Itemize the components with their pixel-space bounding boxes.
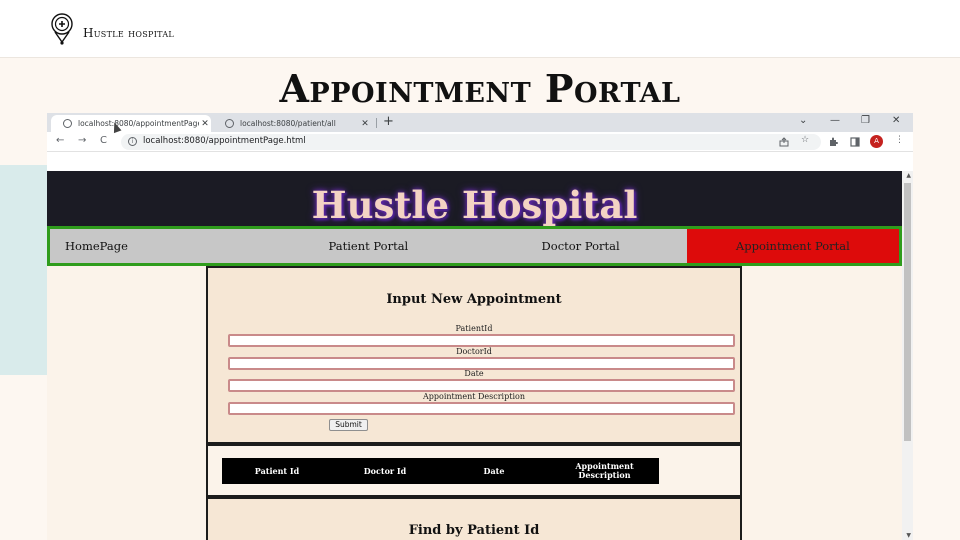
tab-title: localhost:8080/appointmentPage.html [78, 119, 199, 128]
tab-search-icon[interactable]: ⌄ [799, 115, 807, 126]
site-nav: HomePage Patient Portal Doctor Portal Ap… [47, 226, 902, 266]
globe-icon [63, 119, 72, 128]
url-field[interactable]: i localhost:8080/appointmentPage.html ☆ [121, 134, 821, 150]
site-title: Hustle Hospital [311, 183, 638, 227]
appointment-form-panel: Input New Appointment PatientId DoctorId… [206, 266, 742, 444]
tab-title: localhost:8080/patient/all [240, 119, 336, 128]
decorative-block [0, 165, 47, 375]
date-input[interactable] [228, 379, 735, 392]
globe-icon [225, 119, 234, 128]
patient-id-label: PatientId [455, 324, 493, 333]
share-icon[interactable] [779, 137, 789, 147]
back-button[interactable]: ← [56, 135, 64, 146]
close-window-button[interactable]: ✕ [892, 115, 900, 126]
slide-topbar: Hustle hospital [0, 0, 960, 58]
brand-name: Hustle hospital [83, 26, 175, 40]
reload-button[interactable]: C [100, 135, 107, 146]
sidebar-icon[interactable] [850, 137, 860, 147]
nav-patient-portal[interactable]: Patient Portal [262, 229, 474, 263]
appointment-description-input[interactable] [228, 402, 735, 415]
appointments-table-panel: Patient Id Doctor Id Date Appointment De… [206, 444, 742, 497]
doctor-id-label: DoctorId [456, 347, 492, 356]
tab-close-icon[interactable]: ✕ [199, 119, 211, 129]
nav-doctor-portal[interactable]: Doctor Portal [475, 229, 687, 263]
column-header-appointment-description: Appointment Description [575, 461, 634, 480]
scrollbar-thumb[interactable] [904, 183, 911, 441]
date-label: Date [464, 369, 484, 378]
page-viewport: Hustle Hospital HomePage Patient Portal … [47, 171, 913, 540]
nav-homepage[interactable]: HomePage [50, 229, 262, 263]
appointment-description-label: Appointment Description [423, 392, 525, 401]
menu-icon[interactable]: ⋮ [895, 135, 904, 145]
column-header-date: Date [483, 465, 505, 476]
scroll-up-arrow-icon[interactable]: ▲ [906, 172, 911, 179]
info-icon[interactable]: i [128, 137, 137, 146]
tab-close-icon[interactable]: ✕ [359, 119, 371, 129]
slide-title: Appointment Portal [279, 66, 681, 111]
tab-strip: localhost:8080/appointmentPage.html ✕ lo… [47, 113, 913, 132]
patient-id-input[interactable] [228, 334, 735, 347]
submit-button[interactable]: Submit [329, 419, 368, 431]
vertical-scrollbar[interactable]: ▲ ▼ [902, 171, 913, 540]
address-bar: ← → C i localhost:8080/appointmentPage.h… [47, 132, 913, 152]
column-header-patient-id: Patient Id [254, 465, 300, 476]
scroll-down-arrow-icon[interactable]: ▼ [906, 532, 911, 539]
forward-button[interactable]: → [78, 135, 86, 146]
form-title: Input New Appointment [386, 292, 562, 307]
tab-appointment-page[interactable]: localhost:8080/appointmentPage.html ✕ [51, 115, 211, 132]
tab-separator [376, 118, 377, 128]
url-text: localhost:8080/appointmentPage.html [143, 136, 306, 146]
site-header: Hustle Hospital [47, 171, 902, 227]
minimize-button[interactable]: — [830, 115, 840, 126]
tab-patient-all[interactable]: localhost:8080/patient/all ✕ [213, 115, 371, 132]
hospital-pin-icon [51, 13, 73, 45]
appointments-table-header: Patient Id Doctor Id Date Appointment De… [222, 458, 659, 484]
browser-window: localhost:8080/appointmentPage.html ✕ lo… [47, 113, 913, 540]
find-title: Find by Patient Id [408, 523, 540, 538]
find-by-patient-panel: Find by Patient Id [206, 497, 742, 540]
extensions-icon[interactable] [828, 137, 838, 147]
new-tab-button[interactable]: + [383, 114, 394, 129]
star-icon[interactable]: ☆ [801, 135, 809, 145]
column-header-doctor-id: Doctor Id [363, 465, 407, 476]
restore-button[interactable]: ❐ [861, 115, 870, 126]
nav-appointment-portal[interactable]: Appointment Portal [686, 229, 899, 263]
profile-avatar[interactable]: A [870, 135, 883, 148]
